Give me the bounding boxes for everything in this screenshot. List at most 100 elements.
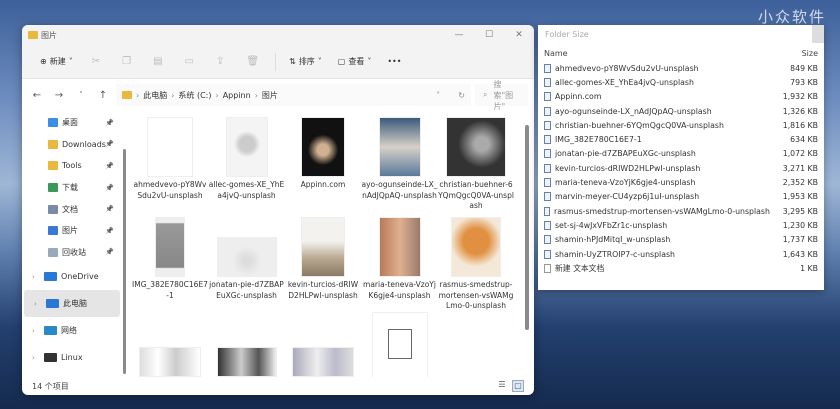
chevron-right-icon[interactable]: ›	[32, 273, 44, 281]
sidebar-item[interactable]: Downloads 📌	[22, 134, 122, 156]
file-name: ahmedvevo-pY8WvSdu2vU-unsplash	[133, 180, 207, 200]
sidebar-item-label: Tools	[62, 161, 82, 171]
file-item[interactable]	[209, 347, 285, 377]
file-item[interactable]: allec-gomes-XE_YhEa4jvQ-unsplash	[209, 117, 285, 201]
file-size-row[interactable]: allec-gomes-XE_YhEa4jvQ-unsplash 793 KB	[538, 75, 824, 89]
file-size-row[interactable]: 新建 文本文档 1 KB	[538, 261, 824, 275]
large-icons-view-icon[interactable]: ▢	[512, 380, 524, 392]
up-arrow-icon[interactable]: ↑	[94, 90, 112, 101]
sidebar-item[interactable]: 下载 📌	[22, 177, 122, 199]
file-name: kevin-turcios-dRIWD2HLPwI-unsplash	[555, 163, 701, 173]
file-size-row[interactable]: christian-buehner-6YQmQgcQ0VA-unsplash 1,…	[538, 118, 824, 132]
image-file-icon	[544, 163, 551, 173]
back-arrow-icon[interactable]: ←	[28, 90, 46, 101]
thumbnail	[216, 347, 277, 377]
image-file-icon	[544, 192, 551, 202]
view-button[interactable]: ▢ 查看 ˅	[332, 50, 378, 74]
file-size-row[interactable]: marvin-meyer-CU4yzp6j1uI-unsplash 1,953 K…	[538, 190, 824, 204]
more-button[interactable]: •••	[381, 50, 407, 74]
file-size-row[interactable]: ayo-ogunseinde-LX_nAdJQpAQ-unsplash 1,326…	[538, 104, 824, 118]
sidebar-item[interactable]: 文档 📌	[22, 198, 122, 220]
sort-button[interactable]: ⇅ 排序 ˅	[283, 50, 328, 74]
file-item[interactable]: jonatan-pie-d7ZBAPEuXGc-unsplash	[209, 217, 285, 301]
pin-icon[interactable]: 📌	[105, 162, 114, 170]
file-size-row[interactable]: kevin-turcios-dRIWD2HLPwI-unsplash 3,271 …	[538, 161, 824, 175]
file-explorer-window: 图片 — ☐ ✕ ⊕ 新建 ˅ ✂ ❐ ▤ ▭ ⇪ 🗑 ⇅ 排序 ˅ ▢ 查看 ˅ ••• …	[22, 25, 534, 395]
new-button[interactable]: ⊕ 新建 ˅	[34, 50, 79, 74]
details-view-icon[interactable]: ☰	[496, 380, 508, 392]
file-size: 849 KB	[790, 63, 818, 73]
search-input[interactable]: ⌕ 搜索"图片"	[475, 80, 528, 111]
pin-icon[interactable]: 📌	[105, 184, 114, 192]
file-item[interactable]: IMG_382E780C16E7-1	[132, 217, 208, 301]
rename-icon: ▭	[184, 56, 194, 67]
pin-icon[interactable]: 📌	[105, 119, 114, 127]
name-column-header[interactable]: Name	[544, 49, 802, 58]
pin-icon[interactable]: 📌	[105, 140, 114, 148]
forward-arrow-icon[interactable]: →	[50, 90, 68, 101]
clipboard-icon: ▤	[153, 56, 163, 67]
file-item[interactable]: kevin-turcios-dRIWD2HLPwI-unsplash	[285, 217, 361, 301]
breadcrumb-item[interactable]: 图片	[262, 90, 278, 101]
chevron-right-icon[interactable]: ›	[34, 300, 46, 308]
rename-button[interactable]: ▭	[176, 50, 203, 74]
share-button[interactable]: ⇪	[207, 50, 233, 74]
file-item[interactable]: christian-buehner-6YQmQgcQ0VA-unsplash	[438, 117, 514, 212]
file-item[interactable]: ayo-ogunseinde-LX_nAdJQpAQ-unsplash	[362, 117, 438, 201]
delete-button[interactable]: 🗑	[237, 50, 268, 74]
minimize-button[interactable]: —	[444, 30, 474, 40]
sidebar-item[interactable]: › 网络	[22, 317, 122, 344]
file-size-row[interactable]: Appinn.com 1,932 KB	[538, 90, 824, 104]
file-size-row[interactable]: shamin-hPJdMitqI_w-unsplash 1,737 KB	[538, 233, 824, 247]
maximize-button[interactable]: ☐	[474, 30, 504, 40]
sidebar-item[interactable]: Tools 📌	[22, 155, 122, 177]
file-item[interactable]	[132, 347, 208, 377]
chevron-right-icon[interactable]: ›	[32, 354, 44, 362]
breadcrumb-item[interactable]: 系统 (C:)	[178, 90, 211, 101]
file-size-row[interactable]: jonatan-pie-d7ZBAPEuXGc-unsplash 1,072 KB	[538, 147, 824, 161]
close-button[interactable]	[812, 25, 824, 43]
size-column-header[interactable]: Size	[802, 49, 818, 58]
refresh-icon[interactable]: ↻	[458, 91, 465, 100]
address-bar[interactable]: › 此电脑 › 系统 (C:) › Appinn › 图片 ˅ ↻	[116, 84, 471, 106]
breadcrumb-item[interactable]: 此电脑	[143, 90, 167, 101]
sidebar-item[interactable]: › OneDrive	[22, 263, 122, 290]
sidebar-item[interactable]: 图片 📌	[22, 220, 122, 242]
sidebar-item[interactable]: › 此电脑	[24, 290, 120, 318]
copy-icon: ❐	[122, 56, 132, 67]
file-item[interactable]: maria-teneva-VzoYjK6gje4-unsplash	[362, 217, 438, 301]
file-size-row[interactable]: maria-teneva-VzoYjK6gje4-unsplash 2,352 K…	[538, 175, 824, 189]
pin-icon[interactable]: 📌	[105, 248, 114, 256]
file-size-row[interactable]: ahmedvevo-pY8WvSdu2vU-unsplash 849 KB	[538, 61, 824, 75]
copy-button[interactable]: ❐	[113, 50, 140, 74]
paste-button[interactable]: ▤	[144, 50, 171, 74]
thumbnail	[216, 237, 277, 277]
file-item[interactable]: rasmus-smedstrup-mortensen-vsWAMgLmo-0-u…	[438, 217, 514, 312]
file-size-row[interactable]: set-sj-4wJxVFbZr1c-unsplash 1,230 KB	[538, 218, 824, 232]
file-size-row[interactable]: rasmus-smedstrup-mortensen-vsWAMgLmo-0-u…	[538, 204, 824, 218]
cut-button[interactable]: ✂	[83, 50, 109, 74]
sidebar-item[interactable]: 回收站 📌	[22, 242, 122, 264]
file-item[interactable]: Appinn.com	[285, 117, 361, 191]
file-item[interactable]: ahmedvevo-pY8WvSdu2vU-unsplash	[132, 117, 208, 201]
chevron-down-icon: ˅	[317, 57, 322, 66]
breadcrumb-item[interactable]: Appinn	[223, 91, 251, 100]
pin-icon[interactable]: 📌	[105, 205, 114, 213]
pin-icon[interactable]: 📌	[105, 227, 114, 235]
chevron-down-icon: ˅	[68, 57, 73, 66]
recent-chevron-icon[interactable]: ˅	[72, 91, 90, 99]
folder-icon	[28, 31, 38, 39]
thumbnail	[139, 347, 201, 377]
sidebar-item[interactable]: 桌面 📌	[22, 112, 122, 134]
content-scrollbar[interactable]	[525, 125, 529, 330]
file-size-row[interactable]: shamin-UyZTROIP7-c-unsplash 1,643 KB	[538, 247, 824, 261]
file-item[interactable]	[285, 347, 361, 377]
file-name: rasmus-smedstrup-mortensen-vsWAMgLmo-0-u…	[554, 206, 770, 216]
chevron-down-icon[interactable]: ˅	[436, 91, 440, 100]
chevron-right-icon[interactable]: ›	[32, 327, 44, 335]
sidebar-scrollbar[interactable]	[121, 141, 127, 386]
file-item[interactable]	[362, 312, 438, 377]
file-size-row[interactable]: IMG_382E780C16E7-1 634 KB	[538, 132, 824, 146]
close-button[interactable]: ✕	[504, 30, 534, 40]
sidebar-item[interactable]: › Linux	[22, 344, 122, 371]
